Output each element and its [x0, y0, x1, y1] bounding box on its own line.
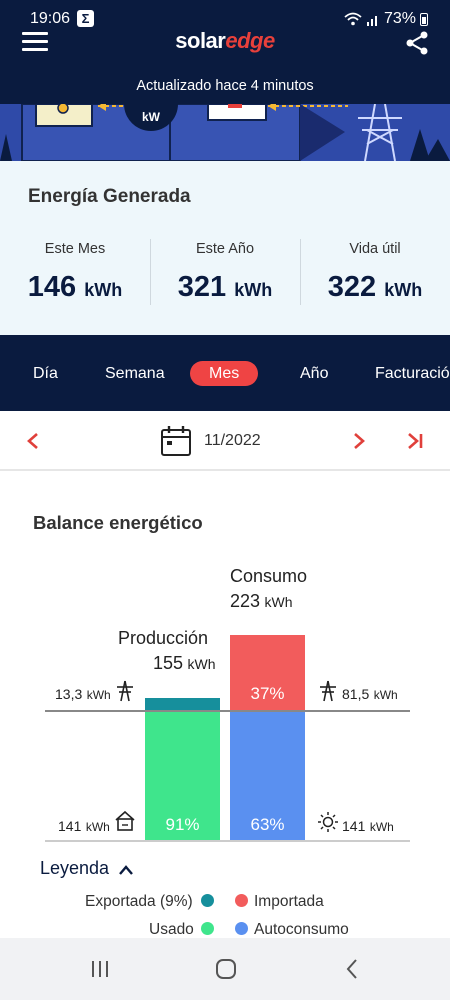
- legend-self-dot: [235, 922, 248, 935]
- home-icon: [115, 810, 135, 831]
- date-navigation: 11/2022: [0, 411, 450, 471]
- balance-title: Balance energético: [33, 512, 203, 533]
- exported-bar: [145, 698, 220, 710]
- last-updated: Actualizado hace 4 minutos: [136, 78, 314, 94]
- production-label: Producción: [118, 628, 209, 648]
- legend-toggle[interactable]: Leyenda: [40, 858, 134, 879]
- battery-percent: 73%: [383, 10, 416, 27]
- consumption-label: Consumo: [230, 566, 308, 586]
- tab-month[interactable]: Mes: [190, 361, 259, 386]
- calendar-icon[interactable]: [160, 425, 192, 457]
- power-tower-icon: [117, 680, 133, 702]
- grid-export-value: 13,3 kWh: [55, 686, 111, 702]
- legend-used-dot: [201, 922, 214, 935]
- self-consumption-value: 141 kWh: [342, 818, 394, 834]
- home-button-icon[interactable]: [215, 958, 237, 980]
- legend-used-label: Usado: [149, 921, 194, 938]
- energy-generated-panel: Energía Generada Este Mes 146 kWh Este A…: [0, 161, 450, 335]
- legend-imported-label: Importada: [254, 893, 324, 910]
- notification-icon: Σ: [77, 10, 94, 27]
- site-illustration: kW: [0, 104, 450, 161]
- legend-exported-label: Exportada (9%): [85, 893, 193, 910]
- tab-week[interactable]: Semana: [105, 361, 165, 386]
- chevron-right-icon[interactable]: [352, 432, 366, 450]
- used-percent: 91%: [165, 815, 200, 834]
- energy-title: Energía Generada: [28, 186, 191, 207]
- sun-icon: [318, 812, 338, 832]
- legend-imported-dot: [235, 894, 248, 907]
- legend-self-label: Autoconsumo: [254, 921, 349, 938]
- status-right: 73%: [344, 10, 428, 28]
- energy-balance-chart: Consumo 223 kWh Producción 155 kWh 37% 9…: [0, 540, 450, 850]
- share-icon[interactable]: [404, 30, 430, 56]
- production-total: 155 kWh: [153, 653, 216, 673]
- tab-year[interactable]: Año: [300, 361, 328, 386]
- system-nav-bar: [0, 938, 450, 1000]
- recent-apps-icon[interactable]: [90, 959, 110, 979]
- power-unit: kW: [142, 110, 161, 124]
- power-tower-icon: [320, 680, 336, 702]
- energy-lifetime: Vida útil 322 kWh: [327, 241, 423, 303]
- solaredge-logo: solaredge: [175, 28, 275, 53]
- status-time: 19:06: [30, 10, 71, 27]
- period-tabs: Día Semana Mes Año Facturación: [0, 335, 450, 411]
- chevron-left-icon[interactable]: [26, 432, 40, 450]
- skip-to-end-icon[interactable]: [406, 432, 424, 450]
- grid-line: [45, 710, 410, 712]
- app-header: solaredge Actualizado hace 4 minutos: [0, 28, 450, 104]
- import-percent: 37%: [250, 684, 285, 703]
- base-line: [45, 840, 410, 842]
- back-icon[interactable]: [345, 958, 359, 980]
- grid-import-value: 81,5 kWh: [342, 686, 398, 702]
- signal-icon: [366, 15, 377, 26]
- chevron-up-icon: [119, 865, 134, 875]
- energy-year: Este Año 321 kWh: [177, 241, 273, 303]
- consumption-total: 223 kWh: [230, 591, 293, 611]
- legend-exported-dot: [201, 894, 214, 907]
- tab-billing[interactable]: Facturación: [375, 361, 450, 386]
- battery-icon: [420, 12, 428, 26]
- current-date: 11/2022: [204, 432, 261, 449]
- home-used-value: 141 kWh: [58, 818, 110, 834]
- self-consumption-percent: 63%: [250, 815, 285, 834]
- wifi-icon: [344, 12, 362, 26]
- tab-day[interactable]: Día: [33, 361, 58, 386]
- energy-month: Este Mes 146 kWh: [27, 241, 123, 303]
